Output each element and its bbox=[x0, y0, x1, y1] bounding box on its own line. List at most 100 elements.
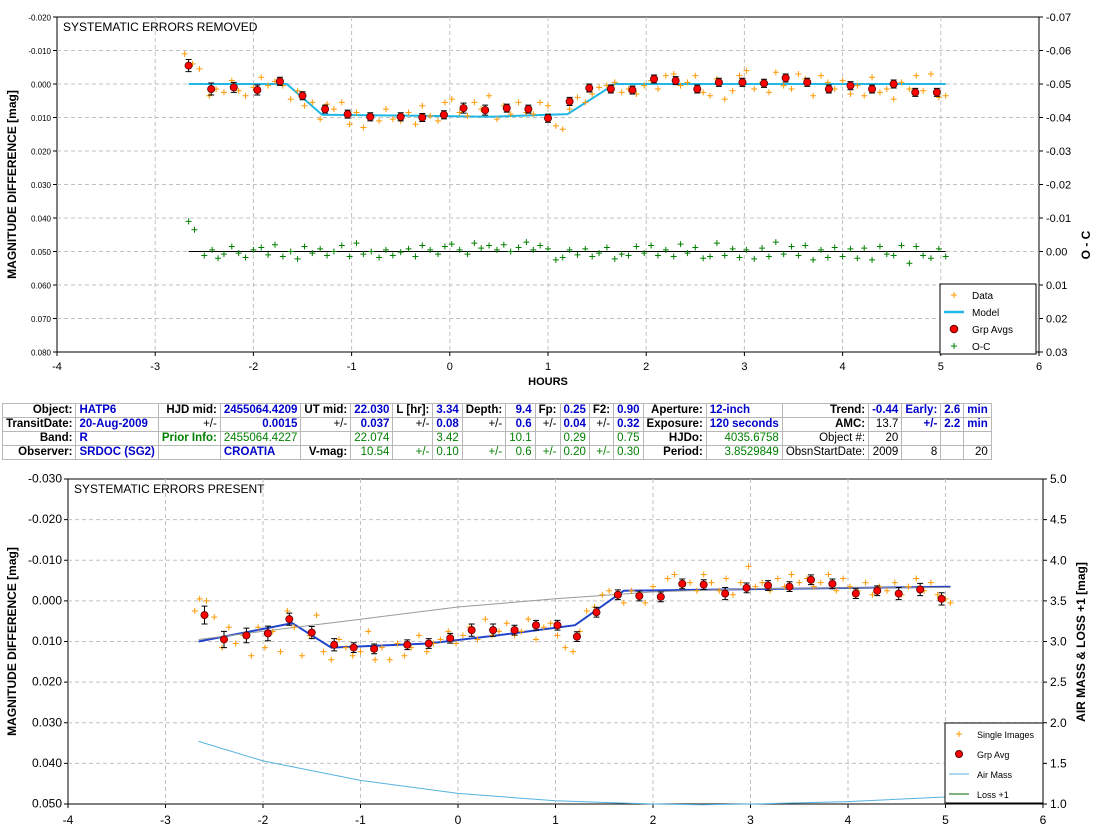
group-average-point bbox=[330, 640, 339, 649]
info-cell: 10.54 bbox=[350, 445, 394, 460]
y2-tick-label: 1.5 bbox=[1050, 756, 1067, 770]
y-tick-label: 0.010 bbox=[31, 114, 52, 123]
info-cell: 0.30 bbox=[613, 445, 644, 460]
x-tick-label: 6 bbox=[1040, 813, 1047, 827]
group-average-point bbox=[321, 105, 330, 114]
y-tick-label: 0.080 bbox=[31, 349, 52, 358]
group-average-point bbox=[873, 586, 882, 595]
group-average-point bbox=[785, 582, 794, 591]
x-tick-label: 4 bbox=[840, 361, 846, 373]
y2-axis-label: O - C bbox=[1079, 230, 1093, 259]
group-average-point bbox=[349, 643, 358, 652]
group-average-point bbox=[467, 626, 476, 635]
group-average-point bbox=[459, 104, 468, 113]
group-average-point bbox=[678, 579, 687, 588]
info-cell bbox=[940, 445, 965, 460]
group-average-point bbox=[585, 84, 594, 93]
x-tick-label: -1 bbox=[347, 361, 357, 373]
group-average-point bbox=[307, 628, 316, 637]
y2-tick-label: 4.0 bbox=[1050, 553, 1067, 567]
group-average-point bbox=[532, 621, 541, 630]
group-average-point bbox=[200, 611, 209, 620]
group-average-point bbox=[760, 79, 769, 88]
x-tick-label: 2 bbox=[650, 813, 657, 827]
info-cell: 0.6 bbox=[505, 417, 536, 432]
y2-tick-label: -0.04 bbox=[1046, 113, 1071, 125]
group-average-point bbox=[418, 113, 427, 122]
info-cell: 0.90 bbox=[613, 403, 644, 418]
info-cell: Object: bbox=[1, 403, 77, 418]
group-average-point bbox=[916, 585, 925, 594]
info-cell bbox=[534, 431, 561, 446]
y-tick-label: 0.070 bbox=[31, 315, 52, 324]
x-axis-label: HOURS bbox=[528, 376, 568, 388]
info-row: TransitDate: 20-Aug-2009 +/- 0.0015 +/- 0.037… bbox=[1, 417, 992, 432]
group-average-point bbox=[343, 110, 352, 119]
legend-label: O-C bbox=[972, 342, 990, 353]
info-cell: 20 bbox=[868, 431, 903, 446]
y-tick-label: -0.010 bbox=[28, 553, 62, 567]
info-cell: SRDOC (SG2) bbox=[75, 445, 159, 460]
info-cell: -0.44 bbox=[868, 403, 903, 418]
group-average-point bbox=[263, 629, 272, 638]
x-tick-label: 1 bbox=[552, 813, 559, 827]
group-average-point bbox=[613, 590, 622, 599]
y-tick-label: 0.030 bbox=[31, 181, 52, 190]
info-cell: +/- bbox=[588, 445, 615, 460]
info-cell: 0.10 bbox=[432, 445, 463, 460]
group-average-point bbox=[889, 80, 898, 89]
group-average-point bbox=[824, 85, 833, 94]
info-cell bbox=[940, 431, 965, 446]
info-cell: UT mid: bbox=[300, 403, 352, 418]
y2-tick-label: 4.5 bbox=[1050, 513, 1067, 527]
top-chart: -4 -3 -2 -1 0 1 2 3 4 5 6 -0.020 -0.010 0.000 0.010 0.0… bbox=[5, 12, 1093, 388]
group-average-point bbox=[481, 106, 490, 115]
info-cell: min bbox=[963, 417, 992, 432]
info-cell: 0.20 bbox=[559, 445, 590, 460]
info-cell: Object #: bbox=[781, 431, 870, 446]
y2-tick-label: -0.03 bbox=[1046, 146, 1071, 158]
info-cell: +/- bbox=[392, 445, 434, 460]
group-average-point bbox=[635, 591, 644, 600]
x-tick-label: -4 bbox=[52, 361, 62, 373]
group-average-point bbox=[424, 639, 433, 648]
group-average-point bbox=[502, 104, 511, 113]
group-average-point bbox=[803, 78, 812, 87]
info-cell: 0.0015 bbox=[219, 417, 302, 432]
y-axis-label: MAGNITUDE DIFFERENCE [mag] bbox=[5, 90, 19, 279]
x-tick-label: 3 bbox=[741, 361, 747, 373]
info-cell: 0.08 bbox=[432, 417, 463, 432]
info-cell: 0.037 bbox=[350, 417, 394, 432]
y2-tick-label: 2.5 bbox=[1050, 675, 1067, 689]
info-cell: 0.75 bbox=[613, 431, 644, 446]
y2-tick-label: -0.02 bbox=[1046, 180, 1071, 192]
info-cell: ObsnStartDate: bbox=[781, 445, 870, 460]
legend-swatch-grp bbox=[949, 324, 959, 334]
group-average-point bbox=[366, 112, 375, 121]
y-tick-label: -0.030 bbox=[28, 472, 62, 486]
chart-title: SYSTEMATIC ERRORS REMOVED bbox=[63, 20, 258, 34]
info-cell bbox=[588, 431, 615, 446]
x-tick-label: 6 bbox=[1036, 361, 1042, 373]
info-cell: Observer: bbox=[1, 445, 77, 460]
x-tick-label: 3 bbox=[747, 813, 754, 827]
y-axis-label: MAGNITUDE DIFFERENCE [mag] bbox=[5, 547, 19, 736]
info-cell bbox=[461, 431, 507, 446]
x-tick-label: -2 bbox=[258, 813, 269, 827]
y-tick-label: -0.010 bbox=[28, 47, 51, 56]
x-tick-label: -2 bbox=[249, 361, 259, 373]
y2-tick-label: -0.06 bbox=[1046, 46, 1071, 58]
info-cell: 120 seconds bbox=[705, 417, 783, 432]
legend-swatch-grp bbox=[955, 750, 963, 758]
info-row: Observer: SRDOC (SG2) CROATIA V-mag: 10.54 +/… bbox=[1, 445, 992, 460]
group-average-point bbox=[764, 581, 773, 590]
y2-tick-label: -0.05 bbox=[1046, 79, 1071, 91]
y2-tick-label: 5.0 bbox=[1050, 472, 1067, 486]
y-tick-label: -0.020 bbox=[28, 14, 51, 23]
group-average-point bbox=[656, 592, 665, 601]
group-average-point bbox=[868, 85, 877, 94]
x-tick-label: 4 bbox=[845, 813, 852, 827]
info-cell: +/- bbox=[461, 445, 507, 460]
info-cell: L [hr]: bbox=[392, 403, 434, 418]
group-average-point bbox=[721, 589, 730, 598]
